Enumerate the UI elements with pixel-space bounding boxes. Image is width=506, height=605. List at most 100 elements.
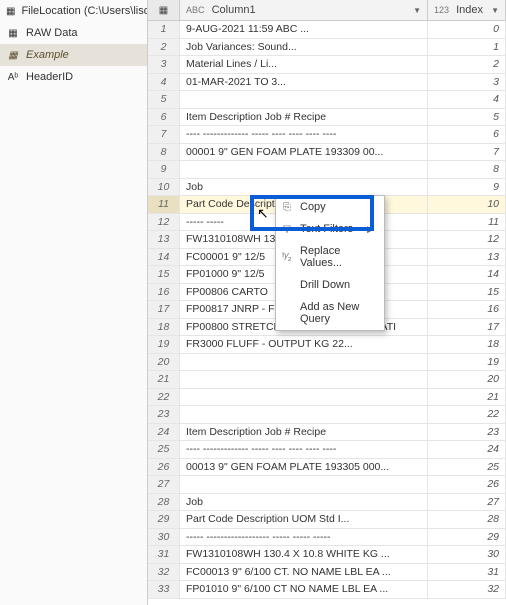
table-row[interactable]: 98 — [148, 161, 506, 179]
cell-index[interactable]: 16 — [428, 301, 506, 318]
cell-index[interactable]: 0 — [428, 21, 506, 38]
nav-headerid[interactable]: Aᵇ HeaderID — [0, 66, 147, 88]
dropdown-icon[interactable]: ▼ — [491, 6, 499, 15]
nav-example[interactable]: ▦ Example — [0, 44, 147, 66]
cell-index[interactable]: 30 — [428, 546, 506, 563]
cell-index[interactable]: 28 — [428, 511, 506, 528]
cell-column1[interactable]: 9-AUG-2021 11:59 ABC ... — [180, 21, 428, 38]
rownum-header[interactable]: ▦ — [148, 0, 180, 20]
table-row[interactable]: 2019 — [148, 354, 506, 372]
row-number: 24 — [148, 424, 180, 441]
index-header[interactable]: 123 Index ▼ — [428, 0, 506, 20]
cell-column1[interactable]: Item Description Job # Recipe — [180, 424, 428, 441]
cell-column1[interactable]: Job — [180, 179, 428, 196]
cell-column1[interactable]: FR3000 FLUFF - OUTPUT KG 22... — [180, 336, 428, 353]
cell-column1[interactable]: Job — [180, 494, 428, 511]
cell-index[interactable]: 14 — [428, 266, 506, 283]
cell-column1[interactable] — [180, 476, 428, 493]
table-row[interactable]: 800001 9" GEN FOAM PLATE 193309 00...7 — [148, 144, 506, 162]
ctx-copy[interactable]: ⎘ Copy — [276, 196, 384, 218]
cell-index[interactable]: 31 — [428, 564, 506, 581]
cell-index[interactable]: 23 — [428, 424, 506, 441]
nav-rawdata[interactable]: ▦ RAW Data — [0, 22, 147, 44]
nav-filelocation[interactable]: ▦ FileLocation (C:\Users\lisde... — [0, 0, 147, 22]
cell-column1[interactable] — [180, 389, 428, 406]
cell-index[interactable]: 5 — [428, 109, 506, 126]
ctx-replace-values[interactable]: ʰ⁄₂ Replace Values... — [276, 240, 384, 274]
cell-index[interactable]: 17 — [428, 319, 506, 336]
cell-index[interactable]: 13 — [428, 249, 506, 266]
cell-column1[interactable]: 01-MAR-2021 TO 3... — [180, 74, 428, 91]
cell-column1[interactable]: ---- ------------- ----- ---- ---- ---- … — [180, 126, 428, 143]
cell-index[interactable]: 18 — [428, 336, 506, 353]
cell-index[interactable]: 21 — [428, 389, 506, 406]
table-row[interactable]: 4 01-MAR-2021 TO 3...3 — [148, 74, 506, 92]
cell-index[interactable]: 20 — [428, 371, 506, 388]
cell-index[interactable]: 24 — [428, 441, 506, 458]
cell-column1[interactable]: 00013 9" GEN FOAM PLATE 193305 000... — [180, 459, 428, 476]
cell-column1[interactable] — [180, 371, 428, 388]
cell-column1[interactable]: FC00013 9" 6/100 CT. NO NAME LBL EA ... — [180, 564, 428, 581]
table-row[interactable]: 19-AUG-2021 11:59 ABC ...0 — [148, 21, 506, 39]
cell-column1[interactable]: Item Description Job # Recipe — [180, 109, 428, 126]
column1-label: Column1 — [212, 4, 256, 16]
cell-index[interactable]: 29 — [428, 529, 506, 546]
cell-index[interactable]: 25 — [428, 459, 506, 476]
cell-column1[interactable]: FP01010 9" 6/100 CT NO NAME LBL EA ... — [180, 581, 428, 598]
cell-index[interactable]: 12 — [428, 231, 506, 248]
cell-column1[interactable] — [180, 161, 428, 178]
table-row[interactable]: 2726 — [148, 476, 506, 494]
ctx-text-filters[interactable]: ▽ Text Filters ▶ — [276, 218, 384, 240]
cell-column1[interactable] — [180, 354, 428, 371]
table-row[interactable]: 2 Job Variances: Sound...1 — [148, 39, 506, 57]
table-row[interactable]: 2221 — [148, 389, 506, 407]
table-row[interactable]: 25---- ------------- ----- ---- ---- ---… — [148, 441, 506, 459]
cell-index[interactable]: 8 — [428, 161, 506, 178]
cell-index[interactable]: 3 — [428, 74, 506, 91]
cell-column1[interactable]: ---- ------------- ----- ---- ---- ---- … — [180, 441, 428, 458]
cell-column1[interactable]: Job Variances: Sound... — [180, 39, 428, 56]
cell-column1[interactable]: FW1310108WH 130.4 X 10.8 WHITE KG ... — [180, 546, 428, 563]
table-row[interactable]: 24Item Description Job # Recipe23 — [148, 424, 506, 442]
cell-column1[interactable]: Material Lines / Li... — [180, 56, 428, 73]
cell-index[interactable]: 19 — [428, 354, 506, 371]
cell-column1[interactable]: ----- ------------------ ----- ----- ---… — [180, 529, 428, 546]
cell-index[interactable]: 9 — [428, 179, 506, 196]
cell-index[interactable]: 26 — [428, 476, 506, 493]
cell-index[interactable]: 10 — [428, 196, 506, 213]
table-row[interactable]: 2120 — [148, 371, 506, 389]
ctx-label: Drill Down — [300, 279, 350, 291]
table-row[interactable]: 32 FC00013 9" 6/100 CT. NO NAME LBL EA .… — [148, 564, 506, 582]
ctx-add-new-query[interactable]: Add as New Query — [276, 296, 384, 330]
cell-index[interactable]: 11 — [428, 214, 506, 231]
table-row[interactable]: 31 FW1310108WH 130.4 X 10.8 WHITE KG ...… — [148, 546, 506, 564]
table-row[interactable]: 33 FP01010 9" 6/100 CT NO NAME LBL EA ..… — [148, 581, 506, 599]
cell-index[interactable]: 4 — [428, 91, 506, 108]
ctx-drill-down[interactable]: Drill Down — [276, 274, 384, 296]
cell-index[interactable]: 32 — [428, 581, 506, 598]
table-row[interactable]: 6Item Description Job # Recipe5 — [148, 109, 506, 127]
cell-column1[interactable]: Part Code Description UOM Std I... — [180, 511, 428, 528]
cell-index[interactable]: 22 — [428, 406, 506, 423]
table-row[interactable]: 28 Job27 — [148, 494, 506, 512]
table-row[interactable]: 7---- ------------- ----- ---- ---- ----… — [148, 126, 506, 144]
table-row[interactable]: 19 FR3000 FLUFF - OUTPUT KG 22...18 — [148, 336, 506, 354]
cell-index[interactable]: 7 — [428, 144, 506, 161]
cell-index[interactable]: 1 — [428, 39, 506, 56]
table-row[interactable]: 10 Job9 — [148, 179, 506, 197]
cell-column1[interactable] — [180, 406, 428, 423]
cell-index[interactable]: 6 — [428, 126, 506, 143]
cell-index[interactable]: 15 — [428, 284, 506, 301]
column1-header[interactable]: ABC Column1 ▼ — [180, 0, 428, 20]
cell-column1[interactable]: 00001 9" GEN FOAM PLATE 193309 00... — [180, 144, 428, 161]
table-row[interactable]: 2322 — [148, 406, 506, 424]
dropdown-icon[interactable]: ▼ — [413, 6, 421, 15]
table-row[interactable]: 29 Part Code Description UOM Std I...28 — [148, 511, 506, 529]
cell-column1[interactable] — [180, 91, 428, 108]
cell-index[interactable]: 2 — [428, 56, 506, 73]
cell-index[interactable]: 27 — [428, 494, 506, 511]
table-row[interactable]: 3 Material Lines / Li...2 — [148, 56, 506, 74]
table-row[interactable]: 2600013 9" GEN FOAM PLATE 193305 000...2… — [148, 459, 506, 477]
table-row[interactable]: 54 — [148, 91, 506, 109]
table-row[interactable]: 30 ----- ------------------ ----- ----- … — [148, 529, 506, 547]
